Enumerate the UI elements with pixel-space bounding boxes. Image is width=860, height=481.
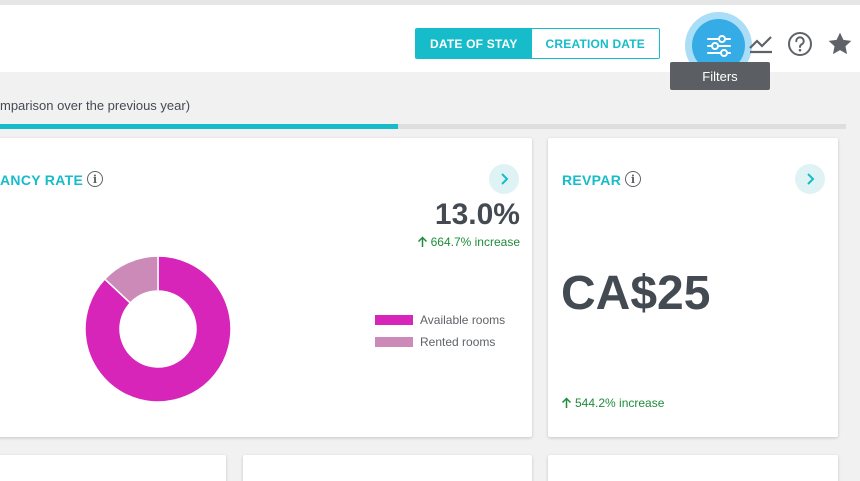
legend-swatch-available	[375, 315, 413, 325]
legend-swatch-rented	[375, 337, 413, 347]
occupancy-change-text: 664.7% increase	[430, 235, 520, 249]
metric-card-partial	[243, 455, 532, 481]
occupancy-details-button[interactable]	[489, 164, 519, 194]
comparison-note: mparison over the previous year)	[0, 98, 191, 113]
creation-date-button[interactable]: CREATION DATE	[531, 29, 660, 58]
trend-chart-icon[interactable]	[748, 32, 774, 56]
occupancy-card-title: ANCY RATE	[0, 172, 84, 188]
revpar-card-title: REVPAR	[562, 172, 622, 188]
chevron-right-icon	[501, 173, 509, 185]
occupancy-rate-value: 13.0%	[434, 198, 520, 231]
help-circle-icon[interactable]	[787, 31, 813, 57]
occupancy-rate-card: ANCY RATE i 13.0% 664.7% increase Availa…	[0, 138, 532, 437]
date-mode-toggle: DATE OF STAY CREATION DATE	[415, 28, 661, 59]
arrow-up-icon	[561, 397, 572, 408]
legend-item-available[interactable]: Available rooms	[375, 309, 505, 331]
filter-sliders-icon	[706, 34, 731, 57]
metric-card-partial	[548, 455, 838, 481]
chart-legend: Available rooms Rented rooms	[375, 309, 505, 353]
occupancy-donut-chart	[84, 255, 232, 403]
info-icon[interactable]: i	[625, 171, 641, 187]
loading-progress-bar	[0, 124, 846, 129]
legend-label-available: Available rooms	[420, 313, 506, 327]
loading-progress-fill	[0, 124, 398, 129]
arrow-up-icon	[417, 236, 427, 247]
chevron-right-icon	[807, 173, 815, 185]
revpar-value: CA$25	[561, 267, 711, 320]
occupancy-change: 664.7% increase	[417, 235, 520, 249]
revpar-card: REVPAR i CA$25 544.2% increase	[548, 138, 838, 437]
info-icon[interactable]: i	[87, 171, 103, 187]
legend-item-rented[interactable]: Rented rooms	[375, 331, 505, 353]
revpar-change: 544.2% increase	[561, 396, 664, 410]
revpar-change-text: 544.2% increase	[575, 396, 665, 410]
date-of-stay-button[interactable]: DATE OF STAY	[416, 29, 532, 58]
filters-tooltip: Filters	[670, 62, 770, 90]
legend-label-rented: Rented rooms	[420, 335, 496, 349]
star-icon[interactable]	[826, 30, 854, 58]
metric-card-partial	[0, 455, 226, 481]
revpar-details-button[interactable]	[795, 164, 825, 194]
